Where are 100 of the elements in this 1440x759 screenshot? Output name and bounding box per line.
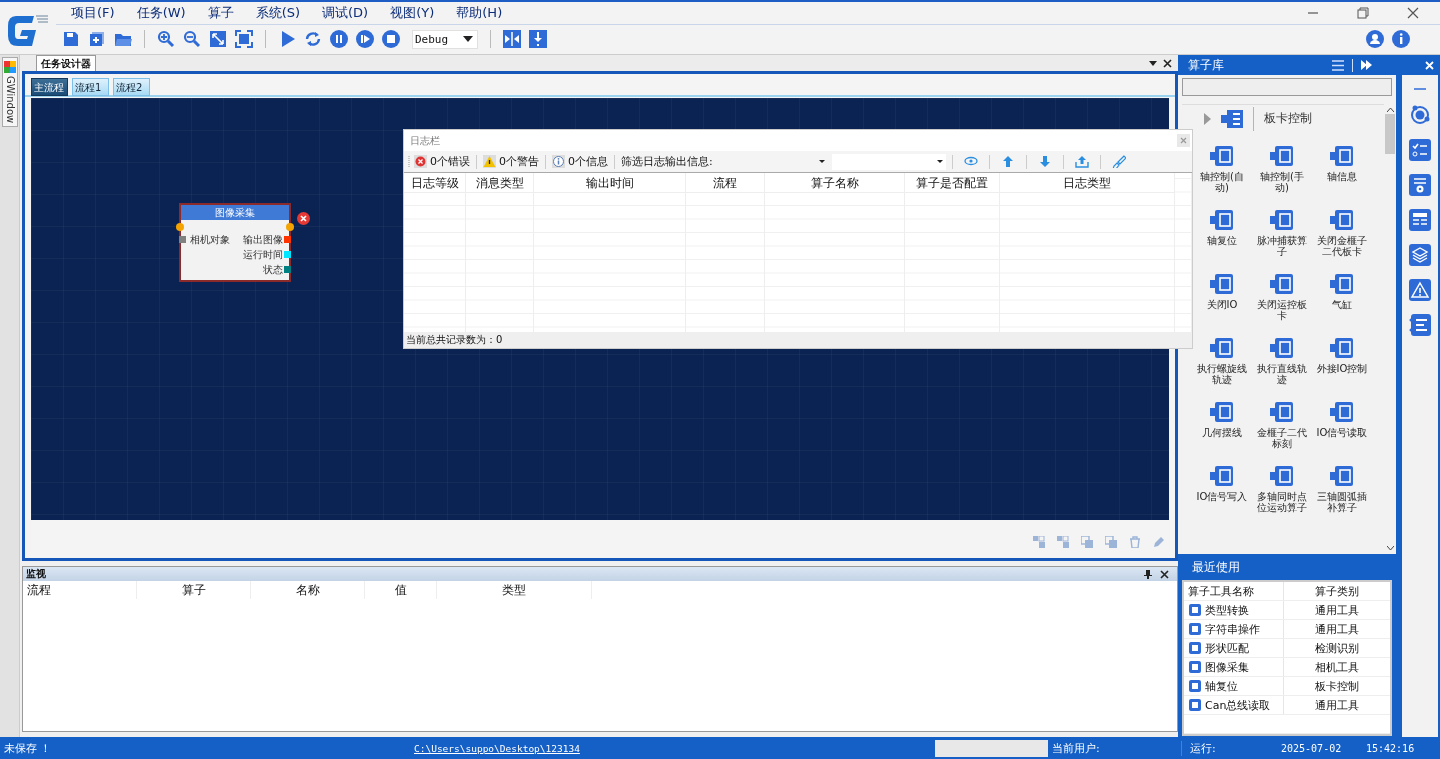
flow-tab[interactable]: 主流程 <box>31 78 68 96</box>
warning-icon[interactable] <box>1409 279 1431 301</box>
operator-label[interactable]: 轴控制(自动) <box>1194 171 1250 193</box>
module-icon[interactable] <box>1269 464 1295 488</box>
module-icon[interactable] <box>1329 336 1355 360</box>
operator-label[interactable]: IO信号读取 <box>1314 427 1370 438</box>
step-icon[interactable] <box>356 30 374 48</box>
operator-label[interactable]: 关闭运控板卡 <box>1254 299 1310 321</box>
module-icon[interactable] <box>1269 400 1295 424</box>
flow-tab[interactable]: 流程1 <box>72 78 109 96</box>
module-icon[interactable] <box>1209 144 1235 168</box>
stop-icon[interactable] <box>382 30 400 48</box>
minimize-icon[interactable] <box>1413 87 1427 91</box>
module-icon[interactable] <box>1329 272 1355 296</box>
search-field[interactable] <box>1182 78 1392 96</box>
file-path-link[interactable]: C:\Users\suppo\Desktop\123134 <box>414 742 935 754</box>
module-icon[interactable] <box>1209 208 1235 232</box>
split-view-icon[interactable] <box>503 30 521 48</box>
close-icon[interactable] <box>1406 6 1420 20</box>
flow-tab[interactable]: 流程2 <box>113 78 150 96</box>
filter-toggle[interactable]: 0个警告 <box>483 154 539 169</box>
filter-toggle[interactable]: 0个错误 <box>414 154 470 169</box>
operator-label[interactable]: 多轴同时点位运动算子 <box>1254 491 1310 513</box>
layers-icon[interactable] <box>1409 244 1431 266</box>
column-header[interactable]: 值 <box>365 581 437 599</box>
module-icon[interactable] <box>1329 400 1355 424</box>
save-icon[interactable] <box>62 30 80 48</box>
module-icon[interactable] <box>1209 464 1235 488</box>
fit-view-icon[interactable] <box>209 30 227 48</box>
layout-icon[interactable] <box>1409 209 1431 231</box>
operator-label[interactable]: 几何摆线 <box>1194 427 1250 438</box>
column-header[interactable]: 类型 <box>437 581 592 599</box>
zoom-in-icon[interactable] <box>157 30 175 48</box>
download-icon[interactable] <box>529 30 547 48</box>
module-icon[interactable] <box>1329 464 1355 488</box>
operator-label[interactable]: 轴复位 <box>1194 235 1250 246</box>
operator-label[interactable]: 关闭金榧子二代板卡 <box>1314 235 1370 257</box>
module-icon[interactable] <box>1269 272 1295 296</box>
operator-label[interactable]: 气缸 <box>1314 299 1370 310</box>
menu-item[interactable]: 视图(Y) <box>390 4 435 22</box>
operator-label[interactable]: 关闭IO <box>1194 299 1250 310</box>
module-icon[interactable] <box>1209 336 1235 360</box>
operator-label[interactable]: 外接IO控制 <box>1314 363 1370 374</box>
column-header[interactable]: 算子类别 <box>1284 582 1390 600</box>
scroll-up-icon[interactable] <box>1386 108 1394 112</box>
menu-item[interactable]: 调试(D) <box>322 4 369 22</box>
filter-toggle[interactable]: 0个信息 <box>552 154 608 169</box>
module-icon[interactable] <box>1269 144 1295 168</box>
module-icon[interactable] <box>1329 144 1355 168</box>
column-header[interactable]: 算子工具名称 <box>1184 582 1284 600</box>
module-icon[interactable] <box>1209 400 1235 424</box>
module-icon[interactable] <box>1269 336 1295 360</box>
operator-label[interactable]: IO信号写入 <box>1194 491 1250 502</box>
pause-icon[interactable] <box>330 30 348 48</box>
forward-icon[interactable] <box>1361 60 1373 70</box>
checklist-icon[interactable] <box>1409 139 1431 161</box>
input-port[interactable] <box>179 236 186 243</box>
menu-item[interactable]: 任务(W) <box>136 4 186 22</box>
operator-label[interactable]: 执行直线轨迹 <box>1254 363 1310 385</box>
column-header[interactable]: 算子 <box>137 581 251 599</box>
pin-icon[interactable] <box>1144 569 1152 579</box>
mode-dropdown[interactable]: Debug <box>412 29 478 49</box>
settings-list-icon[interactable] <box>1409 174 1431 196</box>
orbit-icon[interactable] <box>1409 104 1431 126</box>
list-icon[interactable] <box>1409 314 1431 336</box>
brush-icon[interactable] <box>1111 155 1126 168</box>
column-header[interactable]: 名称 <box>251 581 365 599</box>
fullscreen-icon[interactable] <box>235 30 253 48</box>
expand-icon[interactable] <box>1204 112 1211 125</box>
loop-icon[interactable] <box>304 30 322 48</box>
operator-label[interactable]: 轴控制(手动) <box>1254 171 1310 193</box>
export-icon[interactable] <box>1074 155 1089 168</box>
scroll-down-icon[interactable] <box>1386 546 1394 550</box>
dropdown-caret-icon[interactable] <box>1149 60 1157 66</box>
node-card[interactable]: 图像采集 相机对象 输出图像 运行时间 状态 <box>179 203 291 282</box>
scroll-thumb[interactable] <box>1385 114 1395 154</box>
info-icon[interactable] <box>1392 30 1410 48</box>
new-file-icon[interactable] <box>88 30 106 48</box>
restore-icon[interactable] <box>1356 6 1370 20</box>
menu-item[interactable]: 帮助(H) <box>456 4 503 22</box>
document-tab[interactable]: 任务设计器 <box>36 55 96 71</box>
operator-label[interactable]: 轴信息 <box>1314 171 1370 182</box>
operator-label[interactable]: 三轴圆弧插补算子 <box>1314 491 1370 513</box>
operator-label[interactable]: 金榧子二代标刻 <box>1254 427 1310 449</box>
anchor-dot[interactable] <box>286 223 294 231</box>
module-icon[interactable] <box>1329 208 1355 232</box>
module-icon[interactable] <box>1209 272 1235 296</box>
operator-label[interactable]: 脉冲捕获算子 <box>1254 235 1310 257</box>
menu-item[interactable]: 项目(F) <box>71 4 115 22</box>
close-icon[interactable] <box>1160 569 1169 579</box>
close-icon[interactable] <box>1163 58 1172 68</box>
menu-item[interactable]: 系统(S) <box>255 4 301 22</box>
anchor-dot[interactable] <box>176 223 184 231</box>
operator-label[interactable]: 执行螺旋线轨迹 <box>1194 363 1250 385</box>
menu-icon[interactable] <box>1332 59 1344 71</box>
delete-icon[interactable] <box>297 212 310 225</box>
column-header[interactable]: 流程 <box>686 173 764 193</box>
module-icon[interactable] <box>1269 208 1295 232</box>
side-tab[interactable]: GWindow <box>2 57 18 128</box>
user-icon[interactable] <box>1366 30 1384 48</box>
